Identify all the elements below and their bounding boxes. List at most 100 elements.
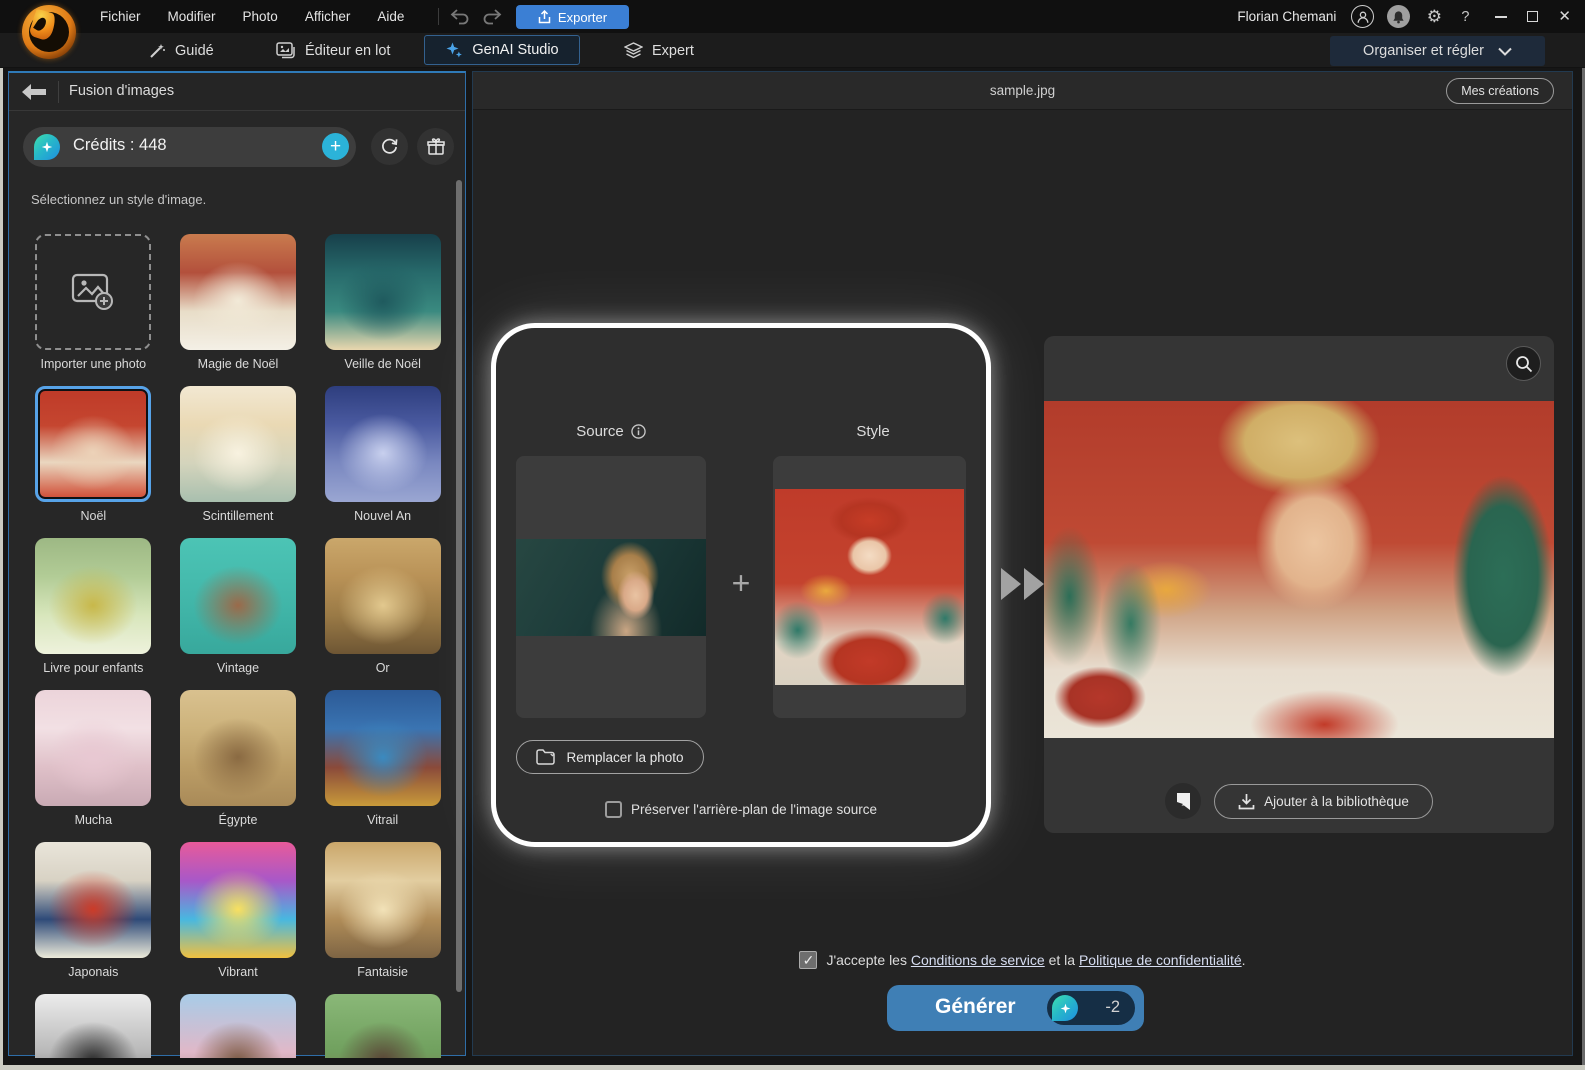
menu-photo[interactable]: Photo bbox=[243, 9, 278, 24]
help-icon[interactable]: ? bbox=[1458, 9, 1472, 25]
menu-aide[interactable]: Aide bbox=[377, 9, 404, 24]
style-thumbnail[interactable] bbox=[324, 234, 441, 350]
organize-adjust-dropdown[interactable]: Organiser et régler bbox=[1330, 36, 1545, 66]
style-thumbnail[interactable] bbox=[35, 234, 152, 350]
style-label: Égypte bbox=[218, 813, 258, 827]
tab-guided-label: Guidé bbox=[175, 42, 214, 59]
settings-gear-icon[interactable]: ⚙ bbox=[1423, 7, 1445, 27]
gift-button[interactable] bbox=[417, 128, 454, 165]
style-thumbnail[interactable] bbox=[35, 538, 152, 654]
style-item[interactable]: Vibrant bbox=[172, 842, 304, 979]
terms-of-service-link[interactable]: Conditions de service bbox=[911, 952, 1045, 968]
close-button[interactable]: ✕ bbox=[1558, 9, 1571, 24]
generate-button[interactable]: Générer -2 bbox=[887, 985, 1144, 1031]
style-item[interactable]: Magie de Noël bbox=[172, 234, 304, 371]
style-label: Vibrant bbox=[218, 965, 258, 979]
style-thumbnail[interactable] bbox=[35, 690, 152, 806]
style-item[interactable]: Noël bbox=[27, 386, 159, 523]
style-thumbnail[interactable] bbox=[35, 994, 152, 1058]
style-item[interactable]: Livre pour enfants bbox=[27, 538, 159, 675]
style-label: Magie de Noël bbox=[197, 357, 279, 371]
style-thumbnail[interactable] bbox=[179, 538, 296, 654]
app-window: Fichier Modifier Photo Afficher Aide Exp… bbox=[0, 0, 1585, 1070]
source-image-box[interactable] bbox=[516, 456, 706, 718]
style-item[interactable] bbox=[27, 994, 159, 1058]
style-item[interactable]: Vintage bbox=[172, 538, 304, 675]
style-item[interactable]: Or bbox=[317, 538, 449, 675]
menu-afficher[interactable]: Afficher bbox=[305, 9, 351, 24]
source-label-row: Source bbox=[496, 423, 726, 440]
preserve-background-checkbox[interactable] bbox=[604, 801, 622, 818]
preserve-background-label: Préserver l'arrière-plan de l'image sour… bbox=[630, 802, 877, 817]
user-avatar-icon[interactable] bbox=[1351, 5, 1375, 28]
add-credits-button[interactable]: + bbox=[322, 133, 349, 160]
style-thumbnail[interactable] bbox=[35, 842, 152, 958]
menubar: Fichier Modifier Photo Afficher Aide bbox=[100, 0, 404, 33]
style-thumbnail[interactable] bbox=[35, 386, 152, 502]
zoom-button[interactable] bbox=[1506, 346, 1541, 381]
style-item[interactable]: Japonais bbox=[27, 842, 159, 979]
credit-cost-value: -2 bbox=[1105, 998, 1120, 1016]
add-to-library-button[interactable]: Ajouter à la bibliothèque bbox=[1214, 784, 1433, 819]
style-item[interactable]: Veille de Noël bbox=[317, 234, 449, 371]
export-button[interactable]: Exporter bbox=[516, 5, 629, 29]
back-button[interactable] bbox=[22, 82, 48, 102]
style-thumbnail[interactable] bbox=[179, 690, 296, 806]
privacy-policy-link[interactable]: Politique de confidentialité bbox=[1079, 952, 1242, 968]
style-thumbnail[interactable] bbox=[324, 538, 441, 654]
my-creations-label: Mes créations bbox=[1461, 84, 1539, 98]
notifications-bell-icon[interactable] bbox=[1387, 5, 1411, 28]
style-thumbnail[interactable] bbox=[324, 386, 441, 502]
style-item[interactable]: Importer une photo bbox=[27, 234, 159, 371]
gift-icon bbox=[426, 137, 445, 155]
replace-photo-button[interactable]: Remplacer la photo bbox=[516, 740, 704, 774]
refresh-button[interactable] bbox=[371, 128, 408, 165]
app-logo[interactable] bbox=[22, 5, 76, 59]
redo-button[interactable] bbox=[480, 7, 504, 26]
style-item[interactable]: Fantaisie bbox=[317, 842, 449, 979]
style-item[interactable]: Mucha bbox=[27, 690, 159, 827]
info-icon[interactable] bbox=[631, 424, 646, 439]
sidebar-scrollbar[interactable] bbox=[456, 180, 462, 992]
tab-guided[interactable]: Guidé bbox=[148, 33, 214, 68]
back-arrow-icon bbox=[22, 84, 46, 100]
style-item[interactable]: Nouvel An bbox=[317, 386, 449, 523]
style-thumbnail[interactable] bbox=[324, 690, 441, 806]
style-label: Importer une photo bbox=[40, 357, 147, 371]
style-item[interactable]: Scintillement bbox=[172, 386, 304, 523]
style-thumbnail[interactable] bbox=[179, 386, 296, 502]
menu-modifier[interactable]: Modifier bbox=[168, 9, 216, 24]
refresh-icon bbox=[382, 138, 398, 154]
expert-layers-icon bbox=[624, 41, 643, 58]
style-label: Livre pour enfants bbox=[43, 661, 144, 675]
undo-button[interactable] bbox=[448, 7, 472, 26]
maximize-button[interactable] bbox=[1527, 11, 1539, 22]
tab-batch-editor[interactable]: Éditeur en lot bbox=[276, 33, 390, 68]
my-creations-button[interactable]: Mes créations bbox=[1446, 78, 1554, 104]
style-item[interactable]: Égypte bbox=[172, 690, 304, 827]
open-filename: sample.jpg bbox=[989, 83, 1056, 98]
result-panel: Ajouter à la bibliothèque bbox=[1044, 336, 1554, 833]
style-item[interactable]: Vitrail bbox=[317, 690, 449, 827]
style-item[interactable] bbox=[172, 994, 304, 1058]
style-thumbnail[interactable] bbox=[324, 994, 441, 1058]
style-label: Fantaisie bbox=[357, 965, 409, 979]
style-label: Style bbox=[856, 423, 890, 440]
style-thumbnail[interactable] bbox=[179, 994, 296, 1058]
titlebar: Fichier Modifier Photo Afficher Aide Exp… bbox=[0, 0, 1585, 33]
genai-sparkle-icon bbox=[446, 42, 463, 58]
style-image-box[interactable] bbox=[773, 456, 966, 718]
agreement-checkbox[interactable]: ✓ bbox=[799, 951, 818, 969]
tab-genai-studio[interactable]: GenAI Studio bbox=[424, 35, 580, 65]
style-thumbnail[interactable] bbox=[179, 842, 296, 958]
style-thumbnail[interactable] bbox=[179, 234, 296, 350]
style-label: Japonais bbox=[68, 965, 119, 979]
style-thumbnail[interactable] bbox=[324, 842, 441, 958]
feedback-button[interactable] bbox=[1165, 783, 1201, 819]
add-to-library-label: Ajouter à la bibliothèque bbox=[1264, 794, 1409, 809]
menu-fichier[interactable]: Fichier bbox=[100, 9, 141, 24]
sidebar: Fusion d'images Crédits : 448 + Sélectio… bbox=[8, 71, 466, 1058]
tab-expert[interactable]: Expert bbox=[624, 33, 694, 68]
style-item[interactable] bbox=[317, 994, 449, 1058]
minimize-button[interactable] bbox=[1495, 15, 1508, 18]
